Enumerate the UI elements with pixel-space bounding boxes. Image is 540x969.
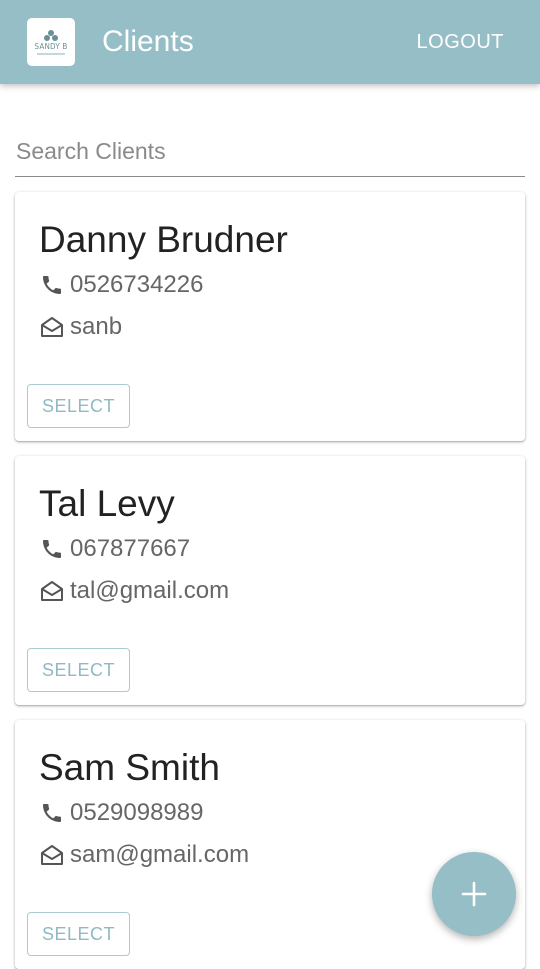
app-logo: SANDY B	[27, 18, 75, 66]
envelope-open-icon	[39, 578, 65, 604]
phone-icon	[39, 800, 65, 826]
phone-icon	[39, 272, 65, 298]
search-input[interactable]	[15, 134, 525, 177]
envelope-open-icon	[39, 314, 65, 340]
page-title: Clients	[102, 25, 194, 58]
logo-mark-icon	[44, 29, 58, 41]
logo-text: SANDY B	[34, 41, 68, 51]
app-bar: SANDY B Clients LOGOUT	[0, 0, 540, 84]
client-phone-row: 067877667	[39, 534, 190, 564]
client-phone: 0526734226	[70, 271, 204, 298]
client-name: Tal Levy	[39, 483, 175, 524]
client-email: tal@gmail.com	[70, 577, 230, 604]
client-email: sanb	[70, 313, 123, 340]
client-name: Danny Brudner	[39, 219, 288, 260]
client-card: Tal Levy 067877667 tal@gmail.com SELECT	[15, 456, 525, 705]
client-phone: 0529098989	[70, 799, 204, 826]
client-name: Sam Smith	[39, 747, 220, 788]
phone-icon	[39, 536, 65, 562]
client-phone-row: 0529098989	[39, 798, 203, 828]
add-client-button[interactable]	[432, 852, 516, 936]
client-email: sam@gmail.com	[70, 841, 250, 868]
client-phone: 067877667	[70, 535, 191, 562]
select-client-button[interactable]: SELECT	[27, 912, 130, 956]
select-client-button[interactable]: SELECT	[27, 648, 130, 692]
logout-button[interactable]: LOGOUT	[417, 28, 504, 56]
envelope-open-icon	[39, 842, 65, 868]
client-phone-row: 0526734226	[39, 270, 203, 300]
client-email-row: tal@gmail.com	[39, 576, 229, 606]
plus-icon	[461, 881, 487, 907]
client-email-row: sam@gmail.com	[39, 840, 249, 870]
client-email-row: sanb	[39, 312, 122, 342]
client-card: Danny Brudner 0526734226 sanb SELECT	[15, 192, 525, 441]
select-client-button[interactable]: SELECT	[27, 384, 130, 428]
client-card: Sam Smith 0529098989 sam@gmail.com SELEC…	[15, 720, 525, 969]
